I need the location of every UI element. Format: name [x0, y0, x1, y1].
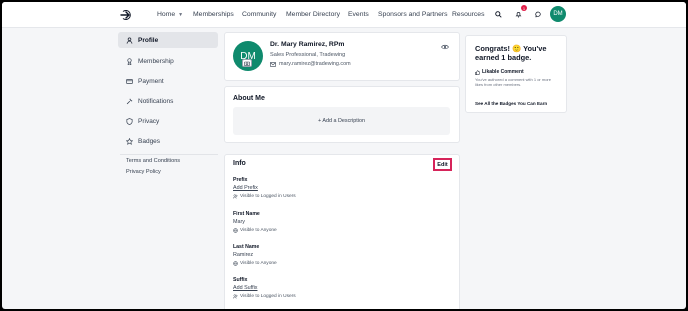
visibility-suffix[interactable]: Visible to Logged in Users: [233, 294, 296, 299]
privacy-policy-link[interactable]: Privacy Policy: [126, 169, 161, 175]
sidebar-item-badges[interactable]: Badges: [118, 133, 218, 149]
search-icon[interactable]: [491, 7, 506, 22]
thumbs-up-icon: [475, 69, 480, 75]
visibility-last-name[interactable]: Visible to Anyone: [233, 261, 277, 266]
field-label-prefix: Prefix: [233, 177, 248, 183]
add-description-button[interactable]: + Add a Description: [233, 107, 450, 135]
nav-member-directory[interactable]: Member Directory: [286, 11, 340, 18]
nav-events[interactable]: Events: [348, 11, 369, 18]
first-name-value: Mary: [233, 219, 245, 225]
users-icon: [233, 294, 238, 299]
profile-card: DM Dr. Mary Ramirez, RPm Sales Professio…: [224, 32, 460, 81]
nav-sponsors[interactable]: Sponsors and Partners: [378, 11, 448, 18]
nav-home[interactable]: Home ▼: [157, 11, 183, 18]
logo-icon[interactable]: [120, 9, 132, 21]
edit-button[interactable]: Edit: [433, 158, 452, 171]
nav-resources[interactable]: Resources: [452, 11, 485, 18]
top-navigation-bar: Home ▼ Memberships Community Member Direc…: [2, 2, 686, 28]
visibility-prefix[interactable]: Visible to Logged in Users: [233, 194, 296, 199]
sidebar-item-label: Notifications: [138, 97, 174, 105]
visibility-first-name[interactable]: Visible to Anyone: [233, 228, 277, 233]
congrats-title: Congrats! 🙂 You've earned 1 badge.: [475, 44, 547, 62]
sidebar-item-payment[interactable]: Payment: [118, 73, 218, 89]
sidebar-item-label: Profile: [138, 36, 159, 44]
last-name-value: Ramirez: [233, 252, 254, 258]
bell-icon[interactable]: 1: [511, 5, 527, 22]
achievement-description: You've authored a comment with 1 or more…: [475, 77, 551, 87]
star-icon: [126, 137, 133, 145]
shield-icon: [126, 117, 133, 125]
notification-badge: 1: [521, 5, 527, 11]
profile-name: Dr. Mary Ramirez, RPm: [270, 41, 345, 48]
see-all-badges-link[interactable]: See All the Badges You Can Earn: [475, 101, 547, 106]
camera-icon[interactable]: [242, 59, 252, 67]
chevron-down-icon: ▼: [178, 12, 184, 18]
achievement-title: Likable Comment: [475, 69, 524, 75]
mail-icon: [270, 61, 276, 67]
add-prefix-link[interactable]: Add Prefix: [233, 185, 258, 191]
terms-link[interactable]: Terms and Conditions: [126, 158, 180, 164]
nav-community[interactable]: Community: [242, 11, 276, 18]
visibility-label: Visible to Anyone: [240, 261, 277, 266]
sidebar-item-label: Badges: [138, 137, 161, 145]
users-icon: [233, 194, 238, 199]
nav-memberships[interactable]: Memberships: [193, 11, 234, 18]
chat-icon[interactable]: [531, 7, 546, 22]
sidebar-item-privacy[interactable]: Privacy: [118, 113, 218, 129]
profile-email-text: mary.ramirez@tradewing.com: [279, 61, 351, 67]
app-window: Home ▼ Memberships Community Member Direc…: [2, 2, 686, 309]
field-label-suffix: Suffix: [233, 277, 248, 283]
profile-email: mary.ramirez@tradewing.com: [270, 61, 351, 67]
sidebar-item-label: Membership: [138, 57, 174, 65]
field-label-first-name: First Name: [233, 211, 260, 217]
info-card: Info Edit Prefix Add Prefix Visible to L…: [224, 154, 460, 309]
sidebar-item-notifications[interactable]: Notifications: [118, 93, 218, 109]
sidebar-item-label: Payment: [138, 77, 164, 85]
nav-home-label: Home: [157, 11, 176, 18]
sidebar-item-label: Privacy: [138, 117, 160, 125]
card-icon: [126, 78, 133, 84]
about-me-card: About Me + Add a Description: [224, 86, 460, 143]
visibility-label: Visible to Logged in Users: [240, 294, 296, 299]
user-avatar[interactable]: DM: [550, 6, 566, 22]
field-label-last-name: Last Name: [233, 244, 260, 250]
ribbon-icon: [127, 57, 132, 65]
sidebar-divider: [120, 154, 218, 155]
user-icon: [126, 36, 133, 44]
globe-icon: [233, 228, 238, 233]
wrench-icon: [126, 98, 133, 104]
sidebar-item-membership[interactable]: Membership: [118, 53, 218, 69]
info-title: Info: [233, 160, 246, 167]
globe-icon: [233, 261, 238, 266]
sidebar-item-profile[interactable]: Profile: [118, 32, 218, 48]
badges-card: Congrats! 🙂 You've earned 1 badge. Likab…: [465, 35, 567, 113]
visibility-label: Visible to Logged in Users: [240, 194, 296, 199]
add-suffix-link[interactable]: Add Suffix: [233, 285, 257, 291]
achievement-title-text: Likable Comment: [482, 69, 524, 75]
about-me-title: About Me: [233, 95, 265, 102]
profile-role: Sales Professional, Tradewing: [270, 52, 346, 58]
eye-icon[interactable]: [439, 41, 451, 53]
visibility-label: Visible to Anyone: [240, 228, 277, 233]
